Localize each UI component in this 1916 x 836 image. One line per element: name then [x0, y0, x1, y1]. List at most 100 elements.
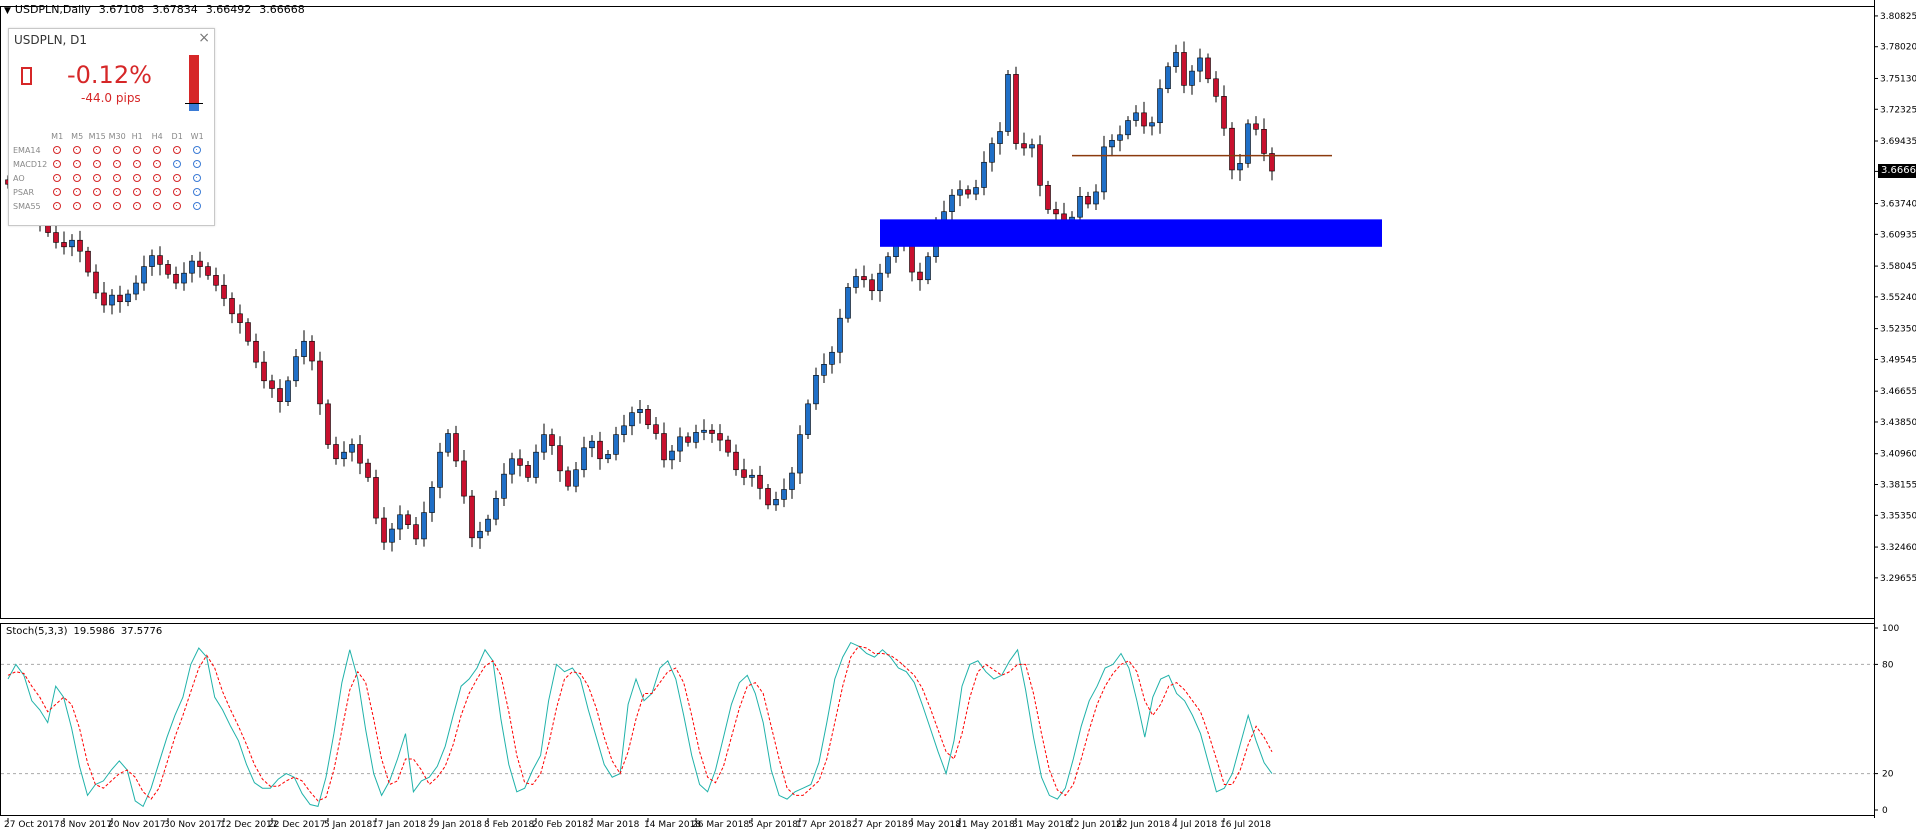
bull-candle	[1189, 70, 1195, 86]
bull-candle	[533, 451, 539, 478]
sell-signal-icon	[93, 174, 102, 182]
bull-candle	[1101, 146, 1107, 193]
sell-signal-icon	[73, 160, 82, 168]
sell-signal-icon	[73, 174, 82, 182]
price-axis-label: 3.80825	[1880, 12, 1916, 22]
bull-candle	[141, 266, 147, 284]
bull-candle	[989, 143, 995, 163]
bear-candle	[165, 264, 171, 275]
bear-candle	[309, 340, 315, 362]
matrix-cell	[187, 157, 207, 171]
bull-candle	[437, 451, 443, 488]
strength-bar-marker	[185, 103, 203, 104]
bull-candle	[749, 474, 755, 478]
bull-candle	[509, 458, 515, 475]
bear-candle	[53, 232, 59, 243]
high-value: 3.67834	[152, 3, 198, 16]
bear-candle	[85, 250, 91, 273]
bear-candle	[357, 444, 363, 464]
bull-candle	[1157, 88, 1163, 124]
current-price-tag: 3.66668	[1878, 164, 1916, 179]
price-axis-label: 3.63740	[1880, 200, 1916, 210]
matrix-row: PSAR	[13, 185, 207, 199]
bull-candle	[1077, 195, 1083, 218]
price-axis-label: 3.29655	[1880, 574, 1916, 584]
bull-candle	[845, 287, 851, 319]
bear-candle	[1037, 144, 1043, 186]
matrix-cell	[67, 157, 87, 171]
sell-signal-icon	[73, 146, 82, 154]
matrix-cell	[47, 171, 67, 185]
sell-signal-icon	[173, 174, 182, 182]
price-axis-label: 3.55240	[1880, 293, 1916, 303]
price-axis-label: 3.40960	[1880, 450, 1916, 460]
bear-candle	[221, 284, 227, 299]
matrix-row-label: MACD12	[13, 159, 48, 169]
bear-candle	[765, 488, 771, 506]
bear-candle	[1229, 127, 1235, 171]
strength-bar-bear	[189, 55, 199, 103]
buy-signal-icon	[193, 188, 202, 196]
bear-candle	[61, 242, 67, 248]
price-axis-label: 3.75130	[1880, 74, 1916, 84]
chart-window[interactable]: 3.80825 3.78020 3.75130 3.72325 3.69435 3.666…	[0, 0, 1916, 836]
panel-title: USDPLN, D1	[14, 33, 88, 47]
bull-candle	[589, 440, 595, 449]
bull-candle	[957, 189, 963, 196]
sell-signal-icon	[93, 188, 102, 196]
matrix-row: MACD12	[13, 157, 207, 171]
sell-signal-icon	[153, 146, 162, 154]
matrix-cell	[167, 185, 187, 199]
bull-candle	[1125, 120, 1131, 136]
bull-candle	[349, 444, 355, 453]
bull-candle	[629, 412, 635, 427]
price-axis-label: 3.69435	[1880, 137, 1916, 147]
matrix-cell	[67, 171, 87, 185]
time-axis-label: 29 Jan 2018	[428, 820, 482, 830]
sell-signal-icon	[53, 174, 62, 182]
matrix-cell	[147, 185, 167, 199]
price-axis-label: 3.43850	[1880, 418, 1916, 428]
sell-signal-icon	[113, 160, 122, 168]
sell-signal-icon	[173, 188, 182, 196]
matrix-cell	[107, 171, 127, 185]
matrix-cell	[47, 143, 67, 157]
bear-candle	[453, 433, 459, 462]
close-icon[interactable]: ×	[198, 30, 210, 46]
bear-candle	[965, 189, 971, 195]
matrix-col-m1: M1	[51, 131, 64, 141]
bear-candle	[245, 322, 251, 342]
buy-signal-icon	[193, 202, 202, 210]
bull-candle	[1173, 52, 1179, 68]
bear-candle	[469, 495, 475, 539]
sell-signal-icon	[113, 174, 122, 182]
buy-signal-icon	[173, 160, 182, 168]
bear-candle	[1205, 57, 1211, 80]
bull-candle	[181, 272, 187, 284]
open-value: 3.67108	[98, 3, 145, 16]
matrix-cell	[127, 171, 147, 185]
bull-candle	[773, 499, 779, 506]
matrix-cell	[167, 199, 187, 213]
bear-candle	[557, 445, 563, 472]
close-value: 3.66668	[259, 3, 305, 16]
sell-signal-icon	[133, 188, 142, 196]
bull-candle	[877, 272, 883, 292]
bear-candle	[229, 298, 235, 315]
price-chart[interactable]: 3.80825 3.78020 3.75130 3.72325 3.69435 3.666…	[0, 0, 1916, 836]
signal-panel[interactable]: USDPLN, D1 × -0.12% -44.0 pips M1 M5 M15 M3…	[8, 28, 215, 226]
stoch-axis-label: 20	[1882, 770, 1894, 780]
bull-candle	[541, 434, 547, 453]
bear-candle	[1221, 96, 1227, 129]
bull-candle	[621, 425, 627, 435]
collapse-triangle-icon[interactable]: ▼	[4, 1, 11, 21]
matrix-row: SMA55	[13, 199, 207, 213]
buy-signal-icon	[193, 146, 202, 154]
bull-candle	[837, 317, 843, 353]
bull-candle	[829, 351, 835, 365]
bull-candle	[581, 447, 587, 471]
time-axis-label: 9 May 2018	[908, 820, 961, 830]
bear-candle	[685, 436, 691, 443]
time-axis-label: 17 Jan 2018	[372, 820, 426, 830]
bull-candle	[669, 450, 675, 461]
